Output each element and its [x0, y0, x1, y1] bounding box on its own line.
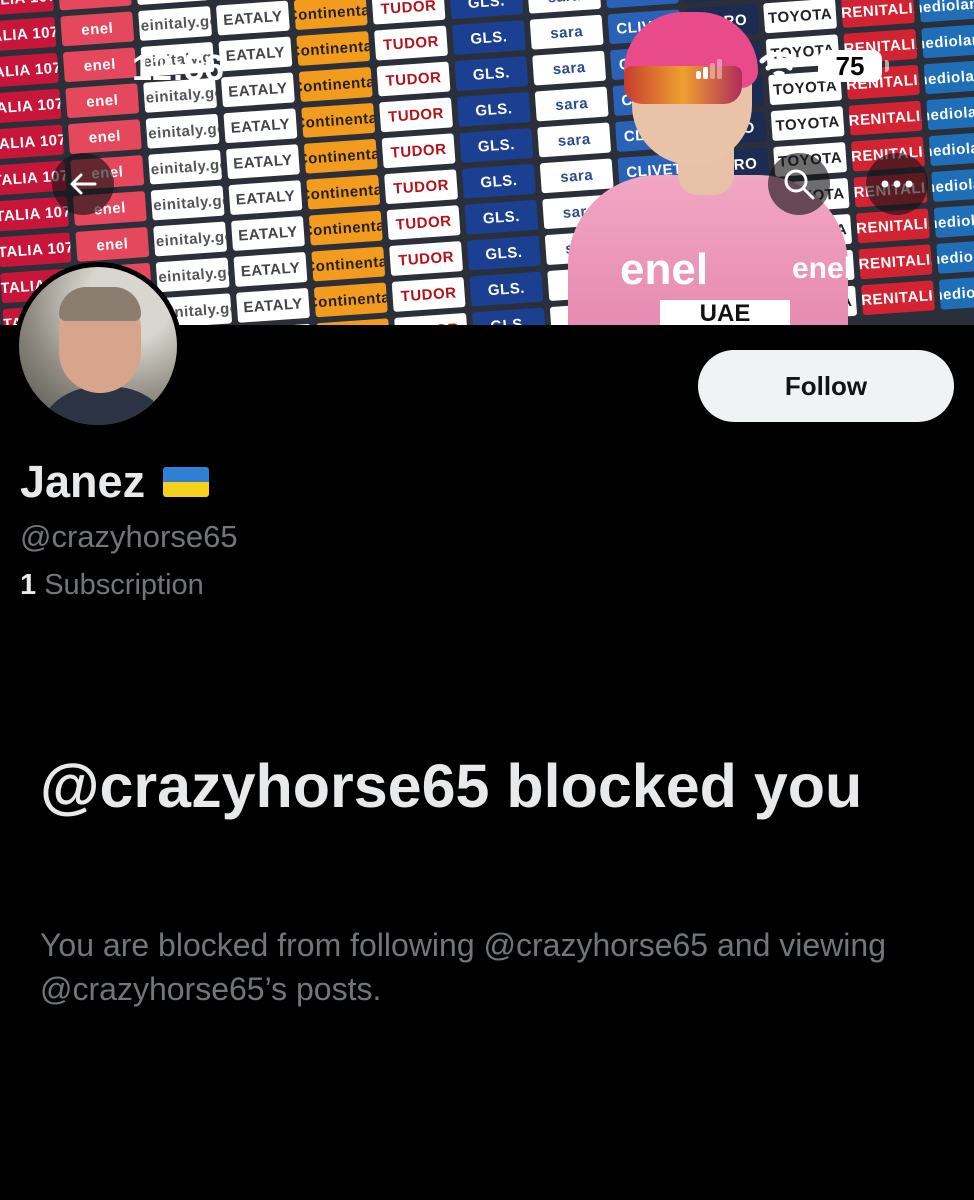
subscription-count: 1	[20, 569, 37, 601]
sponsor-logo: mediolanum	[938, 274, 974, 310]
sponsor-logo: EATALY	[225, 144, 300, 180]
sponsor-logo: TUDOR	[384, 169, 459, 205]
sponsor-logo: enel	[75, 226, 150, 262]
sponsor-logo: TRENITALIA	[861, 280, 935, 316]
sponsor-logo: TUDOR	[379, 97, 454, 133]
sponsor-logo: GIRO D'ITALIA 107 AMORE	[0, 88, 62, 124]
sponsor-logo: madeinitaly.gov.it	[148, 149, 223, 185]
sponsor-logo: madeinitaly.gov.it	[145, 113, 220, 149]
sponsor-logo: EATALY	[228, 180, 303, 216]
back-button[interactable]	[52, 153, 114, 215]
sponsor-logo: EATALY	[233, 251, 308, 287]
sponsor-logo: EATALY	[236, 287, 310, 323]
cellular-signal-icon	[696, 59, 722, 79]
sponsor-logo: GLS.	[471, 307, 546, 325]
profile-avatar[interactable]	[14, 262, 182, 430]
follow-button[interactable]: Follow	[698, 350, 954, 422]
sponsor-logo: madeinitaly.gov.it	[135, 0, 210, 6]
sponsor-logo: GLS.	[449, 0, 524, 20]
sponsor-logo: mediolanum	[936, 238, 974, 274]
search-button[interactable]	[768, 153, 830, 215]
jersey-sponsor-text: enel	[620, 245, 709, 294]
sponsor-logo: madeinitaly.gov.it	[153, 221, 228, 257]
blocked-description: You are blocked from following @crazyhor…	[40, 927, 886, 1007]
sponsor-logo: TUDOR	[391, 276, 466, 312]
sponsor-logo: Continental	[311, 246, 386, 282]
sponsor-logo: EATALY	[215, 0, 290, 36]
avatar-hair	[59, 287, 141, 321]
sponsor-logo: Continental	[316, 318, 391, 325]
sponsor-logo: GIRO D'ITALIA 107 AMORE	[0, 124, 64, 160]
sponsor-logo: TRENITALIA	[840, 0, 915, 28]
sponsor-logo: madeinitaly.gov.it	[138, 6, 213, 41]
sponsor-logo: GIRO D'ITALIA 107 AMORE	[0, 0, 54, 16]
sponsor-logo: TUDOR	[381, 133, 456, 169]
jersey-team-text: UAE	[660, 300, 790, 325]
more-horizontal-icon	[881, 180, 913, 188]
sponsor-logo: Continental	[313, 282, 388, 318]
battery-indicator: 75	[818, 50, 889, 82]
sponsor-logo: enel	[57, 0, 132, 11]
sponsor-logo: TRENITALIA	[848, 100, 923, 136]
more-options-button[interactable]	[866, 153, 928, 215]
sponsor-logo: EATALY	[238, 323, 313, 325]
sponsor-logo: madeinitaly.gov.it	[150, 185, 225, 221]
search-icon	[784, 169, 815, 200]
sponsor-logo: madeinitaly.gov.it	[155, 257, 230, 293]
sponsor-logo: Continental	[301, 102, 376, 138]
sponsor-logo: Continental	[306, 174, 381, 210]
blocked-title: @crazyhorse65 blocked you	[40, 752, 863, 820]
profile-name-row: Janez	[20, 456, 210, 508]
sponsor-logo: mediolanum	[933, 202, 974, 238]
sponsor-logo: TUDOR	[371, 0, 446, 25]
sponsor-logo: Continental	[303, 138, 378, 174]
sponsor-logo: GLS.	[461, 163, 536, 199]
sponsor-logo: mediolanum	[926, 95, 974, 131]
wifi-icon	[759, 51, 799, 80]
sponsor-logo: TUDOR	[389, 241, 464, 277]
sponsor-logo: Continental	[293, 0, 368, 31]
sponsor-logo: enel	[67, 119, 142, 155]
profile-name: Janez	[20, 456, 146, 507]
ukraine-flag-icon	[163, 467, 210, 497]
profile-handle: @crazyhorse65	[20, 519, 238, 554]
sponsor-logo: mediolanum	[918, 0, 974, 23]
sponsor-logo: GLS.	[464, 199, 539, 235]
jersey-sponsor-text-sleeve: enel	[792, 252, 853, 285]
status-bar: 12:56 75	[0, 42, 974, 92]
sponsor-logo: Continental	[308, 210, 383, 246]
sponsor-logo: TUDOR	[394, 312, 469, 325]
subscription-label: Subscription	[44, 569, 204, 601]
sponsor-logo: EATALY	[223, 108, 298, 144]
sponsor-logo: GLS.	[466, 235, 541, 271]
sponsor-logo: TRENITALIA	[858, 244, 933, 280]
sponsor-logo: GLS.	[469, 271, 544, 307]
arrow-left-icon	[70, 173, 97, 195]
sponsor-logo: GLS.	[459, 127, 534, 163]
status-time: 12:56	[132, 47, 225, 88]
sponsor-logo: EATALY	[231, 216, 305, 251]
sponsor-logo: GLS.	[456, 91, 531, 127]
sponsor-logo: GIRO D'ITALIA 107 AMORE	[0, 232, 72, 268]
subscriptions-link[interactable]: 1 Subscription	[20, 569, 204, 602]
sponsor-logo: mediolanum	[928, 131, 974, 167]
sponsor-logo: TUDOR	[386, 205, 461, 241]
sponsor-logo: mediolanum	[931, 167, 974, 203]
avatar-shirt	[35, 387, 175, 425]
